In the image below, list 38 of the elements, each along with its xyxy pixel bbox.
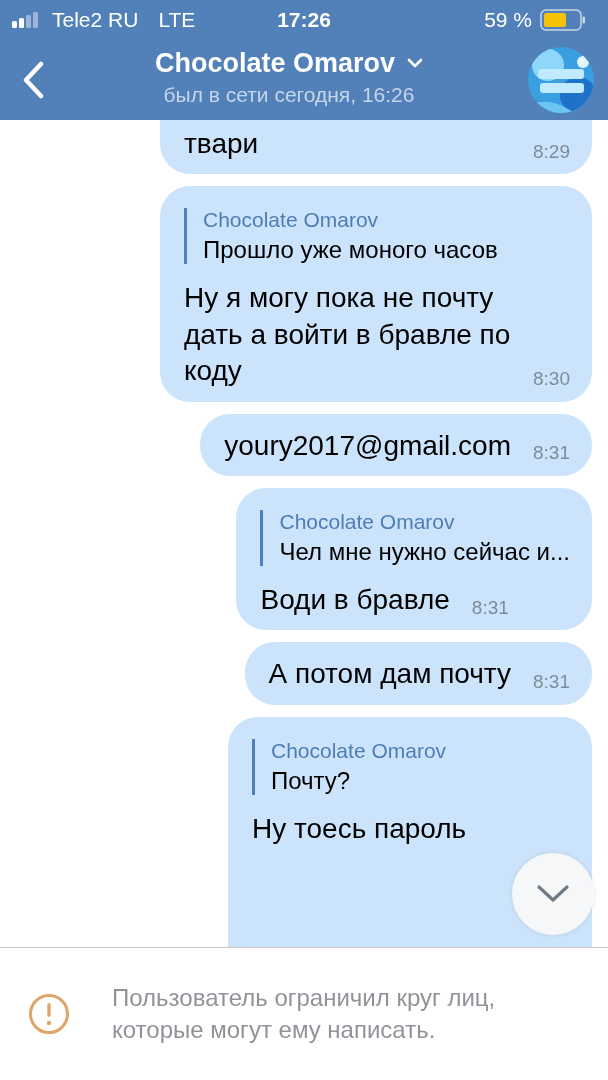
message-time: 8:31 [471, 595, 509, 620]
message-text: youry2017@gmail.com [224, 428, 511, 463]
message-bubble[interactable]: Chocolate Omarov Чел мне нужно сейчас и... Води в бравле 8:31 [236, 487, 592, 631]
chevron-down-icon [536, 884, 570, 904]
message-text: твари [184, 127, 259, 161]
message-time: 8:30 [533, 366, 570, 391]
back-chevron-icon [22, 61, 44, 99]
quoted-text: Чел мне нужно сейчас и... [279, 537, 570, 566]
message-time: 8:31 [533, 670, 570, 695]
message-time: 8:31 [533, 441, 570, 466]
message-bubble[interactable]: Chocolate Omarov Прошло уже моного часов Ну я могу пока не почту дать а войти в бравле по коду 8:30 [160, 186, 592, 402]
quoted-author: Chocolate Omarov [203, 208, 380, 233]
quoted-author: Chocolate Omarov [279, 509, 456, 534]
quoted-text: Почту? [271, 766, 352, 795]
message-text: Ну тоесь пароль [252, 811, 467, 846]
network-type: LTE [158, 8, 196, 32]
restriction-notice: Пользователь ограничил круг лиц, которые могут ему написать. [112, 982, 497, 1045]
message-text: А потом дам почту [268, 657, 511, 692]
message-text: Ну я могу пока не почту дать а войти в бравле по коду [184, 281, 511, 389]
message-bubble[interactable]: youry2017@gmail.com 8:31 [200, 413, 592, 476]
message-bubble[interactable]: твари 8:29 [160, 120, 592, 175]
last-seen-status: был в сети сегодня, 16:26 [163, 82, 415, 107]
battery-percent: 59 % [484, 8, 532, 32]
quoted-reply[interactable]: Chocolate Omarov Почту? [252, 738, 570, 795]
battery-icon [540, 9, 586, 31]
quoted-author: Chocolate Omarov [271, 738, 448, 763]
quoted-reply[interactable]: Chocolate Omarov Прошло уже моного часов [184, 208, 570, 265]
chat-title[interactable]: Chocolate Omarov [154, 47, 396, 79]
message-bubble[interactable]: А потом дам почту 8:31 [244, 642, 592, 705]
message-bubble[interactable]: Chocolate Omarov Почту? Ну тоесь пароль [228, 716, 592, 947]
quoted-text: Прошло уже моного часов [203, 236, 499, 265]
carrier-name: Tele2 RU [52, 8, 139, 32]
clock-time: 17:26 [277, 8, 331, 32]
quoted-reply[interactable]: Chocolate Omarov Чел мне нужно сейчас и... [260, 509, 570, 566]
message-text: Води в бравле [260, 582, 450, 617]
warning-icon [28, 993, 70, 1035]
message-time: 8:29 [533, 139, 570, 164]
dropdown-chevron-icon[interactable] [407, 58, 424, 68]
